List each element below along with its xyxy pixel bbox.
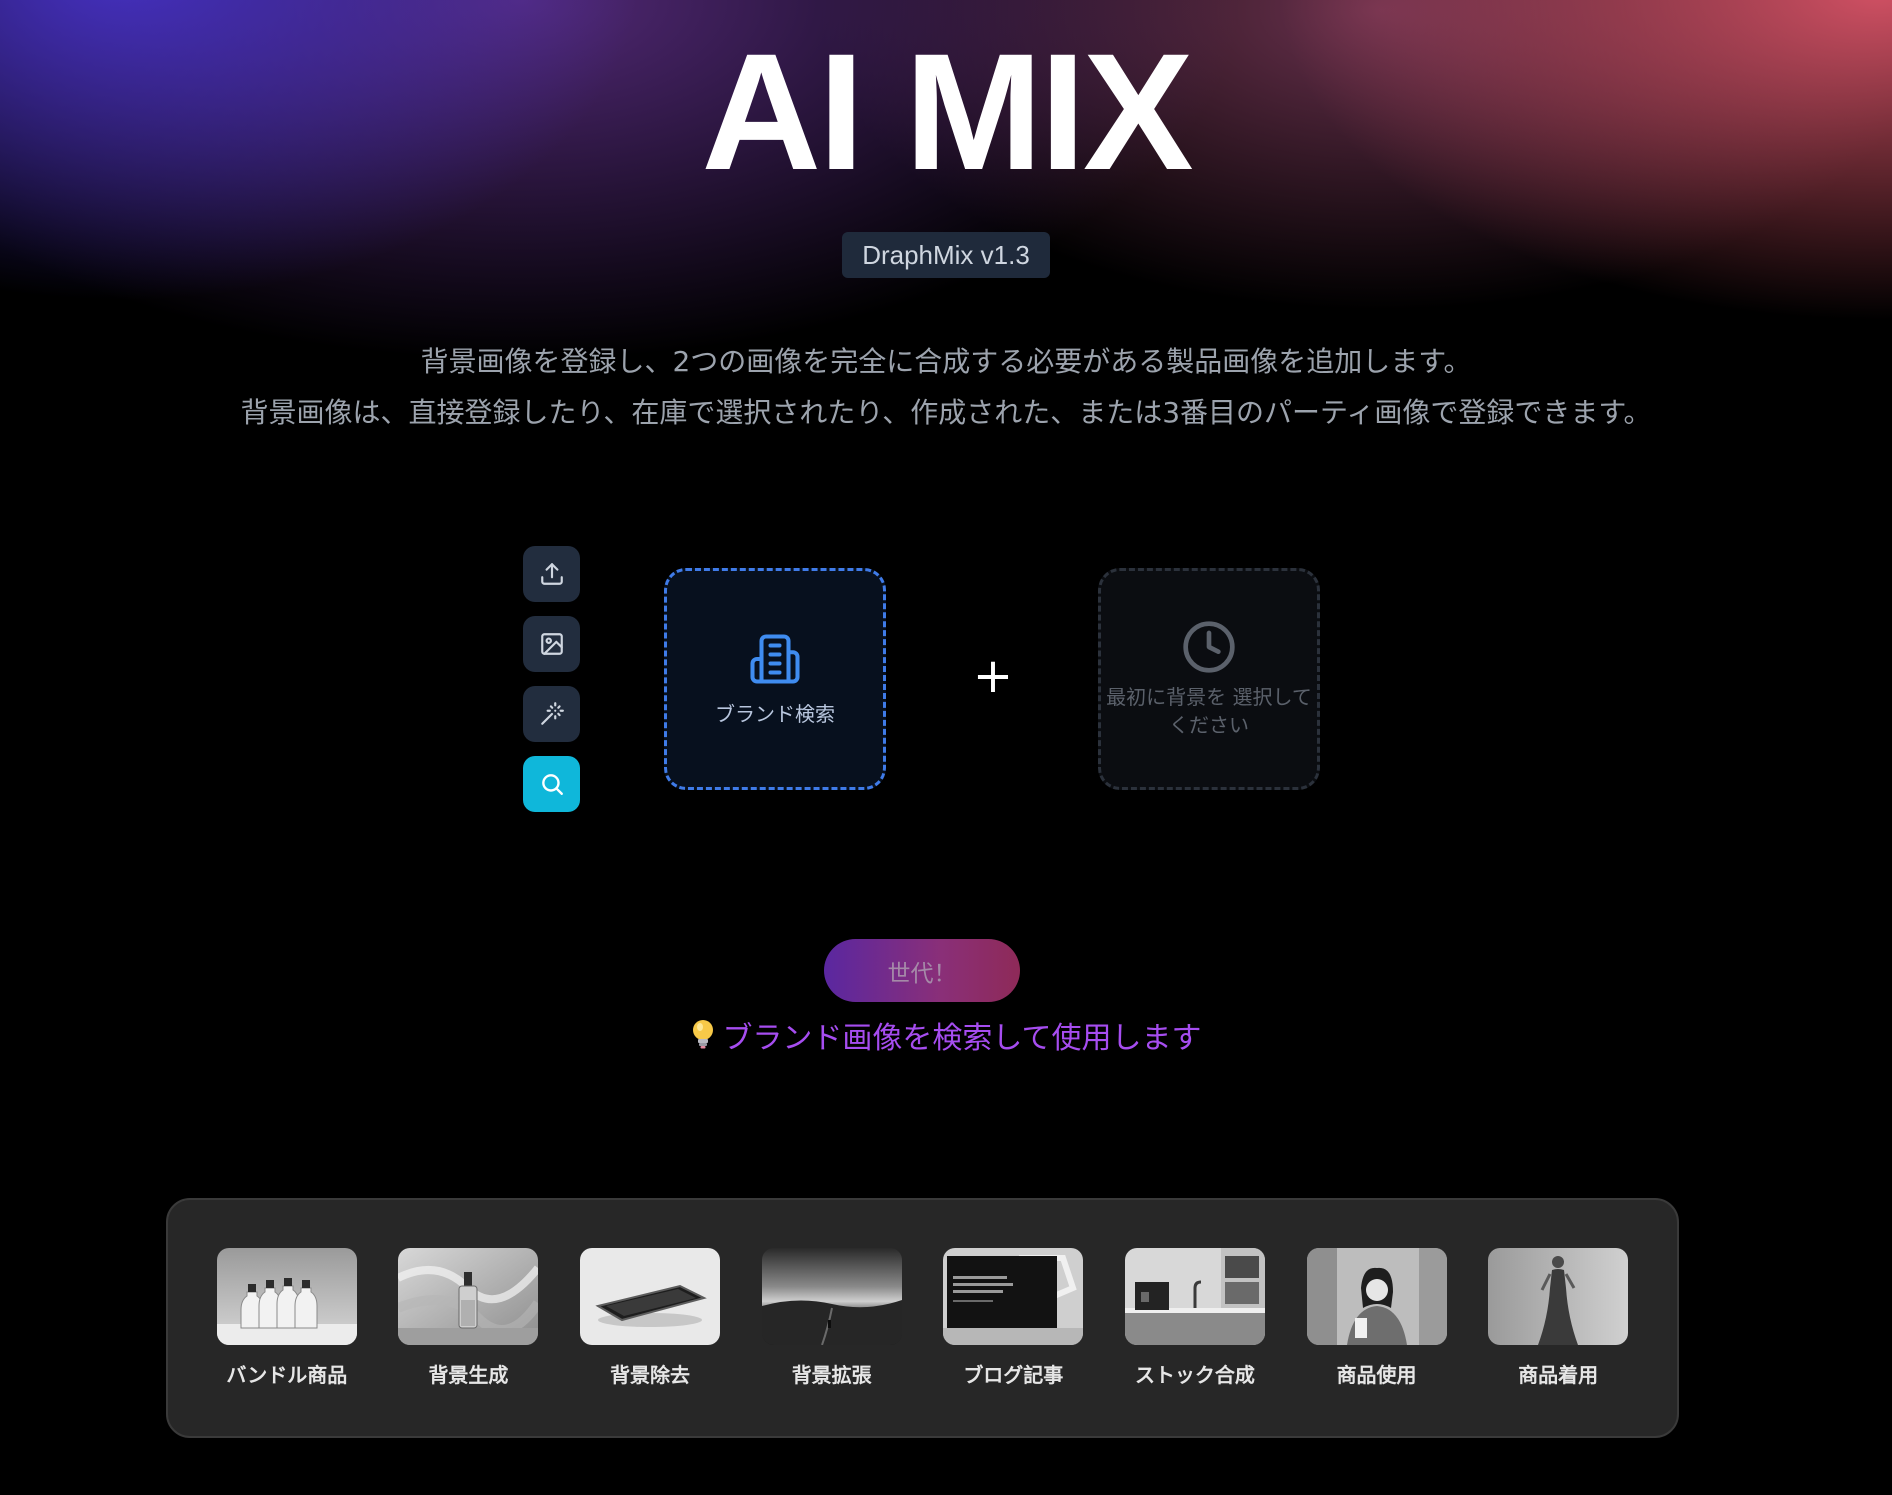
feature-label: 背景拡張 [791,1363,872,1387]
model-dress-thumbnail [1488,1248,1629,1345]
tool-column [523,546,580,826]
light-bulb-icon [690,1018,716,1061]
feature-label: 商品使用 [1336,1363,1417,1387]
feature-product-usage[interactable]: 商品使用 [1306,1248,1447,1388]
generate-button[interactable]: 世代！ [824,939,1020,1002]
feature-background-removal[interactable]: 背景除去 [580,1248,721,1388]
clock-icon [1183,621,1235,673]
phone-thumbnail [580,1248,721,1345]
version-badge: DraphMix v1.3 [842,232,1050,278]
upload-icon [540,563,563,585]
laptop-thumbnail [943,1248,1084,1345]
page-title: AI MIX [701,20,1193,205]
brand-search-label: ブランド検索 [715,701,835,726]
feature-label: 背景生成 [428,1363,509,1387]
page: AI MIX DraphMix v1.3 背景画像を登録し、2つの画像を完全に合… [0,0,1892,1495]
feature-label: ストック合成 [1134,1363,1255,1387]
feature-background-expansion[interactable]: 背景拡張 [761,1248,902,1388]
feature-blog-article[interactable]: ブログ記事 [943,1248,1084,1388]
feature-bundle-products[interactable]: バンドル商品 [216,1248,357,1388]
feature-label: 背景除去 [610,1363,691,1387]
description-line-1: 背景画像を登録し、2つの画像を完全に合成する必要がある製品画像を追加します。 [420,345,1472,378]
version-badge-wrap: DraphMix v1.3 [0,232,1892,278]
background-slot: 最初に背景を 選択してください [1098,568,1320,790]
bottles-thumbnail [216,1248,357,1345]
feature-label: バンドル商品 [226,1363,348,1387]
feature-background-generation[interactable]: 背景生成 [398,1248,539,1388]
feature-label: 商品着用 [1518,1363,1599,1387]
image-icon [540,633,563,655]
woman-product-thumbnail [1306,1248,1447,1345]
ai-generate-button[interactable] [523,686,580,742]
brand-search-slot[interactable]: ブランド検索 [664,568,886,790]
description-line-2: 背景画像は、直接登録したり、在庫で選択されたり、作成された、または3番目のパーテ… [240,396,1652,429]
magic-wand-icon [540,702,564,725]
feature-stock-composite[interactable]: ストック合成 [1124,1248,1265,1388]
brand-search-button[interactable] [523,756,580,812]
upload-button[interactable] [523,546,580,602]
hint-text: ブランド画像を検索して使用します [722,1021,1202,1056]
feature-label: ブログ記事 [963,1363,1064,1387]
search-icon [541,774,563,795]
perfume-thumbnail [398,1248,539,1345]
kitchen-thumbnail [1124,1248,1265,1345]
building-icon [750,633,800,684]
background-slot-label: 最初に背景を 選択してください [1106,685,1312,737]
plus-sign: + [972,648,1014,704]
feature-product-wearing[interactable]: 商品着用 [1488,1248,1629,1388]
hint-message: ブランド画像を検索して使用します [0,1018,1892,1061]
description: 背景画像を登録し、2つの画像を完全に合成する必要がある製品画像を追加します。 背… [0,336,1892,438]
image-library-button[interactable] [523,616,580,672]
feature-panel: バンドル商品 背景生成 背景除去 背景拡張 ブログ記事 ストック合成 商品使用 … [166,1198,1679,1438]
landscape-thumbnail [761,1248,902,1345]
